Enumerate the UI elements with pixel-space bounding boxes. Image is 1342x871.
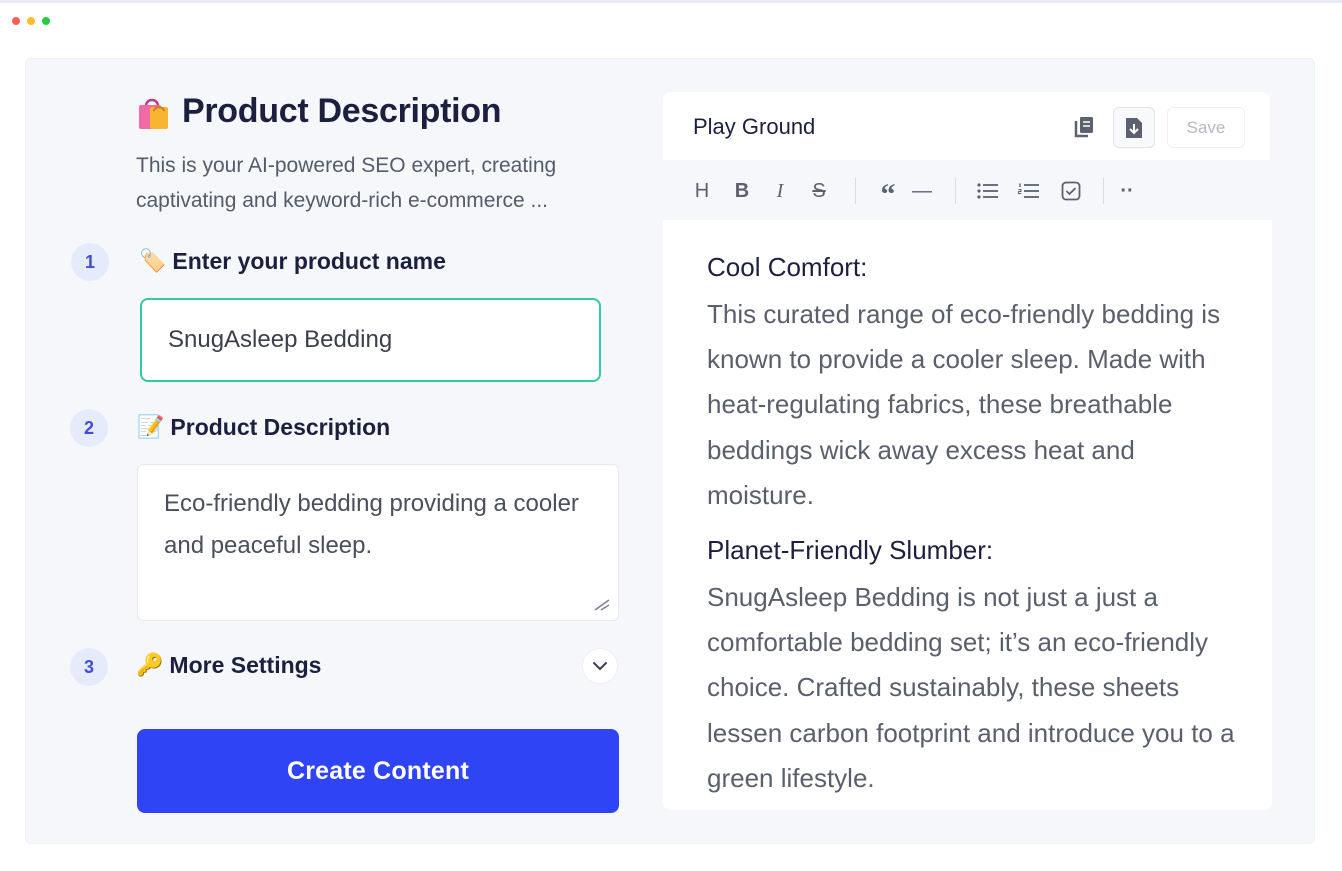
window-titlebar [0, 0, 1342, 36]
tag-icon: 🏷️ [139, 249, 167, 274]
download-button[interactable] [1113, 107, 1155, 148]
close-window-dot[interactable] [12, 17, 20, 25]
editor-title: Play Ground [693, 114, 816, 139]
heading-button[interactable]: H [691, 176, 713, 206]
step-number-1: 1 [71, 243, 109, 281]
strikethrough-button[interactable]: S [808, 176, 830, 206]
step-label-description: 📝 Product Description [137, 414, 390, 441]
download-icon [1126, 117, 1142, 138]
page-title: Product Description [182, 92, 502, 130]
maximize-window-dot[interactable] [42, 17, 50, 25]
toolbar-divider [1103, 178, 1104, 204]
section-heading: Cool Comfort: [707, 252, 868, 282]
step-label-text: More Settings [169, 652, 322, 678]
page-subtitle: This is your AI-powered SEO expert, crea… [136, 154, 557, 212]
bullet-list-icon [977, 183, 998, 199]
numbered-list-icon [1018, 183, 1039, 198]
step-label-text: Enter your product name [172, 248, 446, 274]
step-label-text: Product Description [170, 414, 391, 440]
italic-button[interactable]: I [769, 176, 791, 206]
page-header: Product Description [136, 92, 502, 131]
create-content-button[interactable]: Create Content [137, 729, 619, 813]
expand-settings-button[interactable] [582, 648, 618, 684]
chevron-down-icon [593, 662, 607, 670]
memo-icon: 📝 [137, 415, 165, 440]
shopping-bag-icon [136, 94, 170, 130]
product-name-input[interactable] [140, 298, 601, 382]
toolbar-divider [955, 178, 956, 204]
more-options-button[interactable]: ·· [1117, 176, 1137, 206]
checkbox-icon [1061, 181, 1081, 201]
more-settings-toggle[interactable]: 🔑 More Settings [136, 652, 321, 679]
section-heading: Planet-Friendly Slumber: [707, 535, 994, 565]
quote-button[interactable]: “ [876, 176, 900, 211]
editor-toolbar [663, 160, 1270, 220]
toolbar-divider [855, 178, 856, 204]
horizontal-rule-button[interactable]: — [910, 176, 934, 206]
section-body: SnugAsleep Bedding is not just a just a … [707, 582, 1235, 793]
product-description-textarea[interactable]: Eco-friendly bedding providing a cooler … [137, 464, 619, 621]
bold-button[interactable]: B [731, 176, 753, 206]
step-label-product-name: 🏷️ Enter your product name [139, 248, 446, 275]
copy-icon[interactable] [1070, 112, 1098, 142]
step-number-3: 3 [70, 648, 108, 686]
minimize-window-dot[interactable] [27, 17, 35, 25]
step-number-2: 2 [70, 409, 108, 447]
save-button[interactable]: Save [1167, 107, 1245, 148]
resize-handle-icon[interactable] [593, 597, 611, 611]
section-body: This curated range of eco-friendly beddi… [707, 299, 1221, 510]
numbered-list-button[interactable] [1016, 176, 1042, 206]
task-list-button[interactable] [1059, 176, 1083, 206]
key-icon: 🔑 [136, 653, 164, 678]
bullet-list-button[interactable] [975, 176, 1001, 206]
